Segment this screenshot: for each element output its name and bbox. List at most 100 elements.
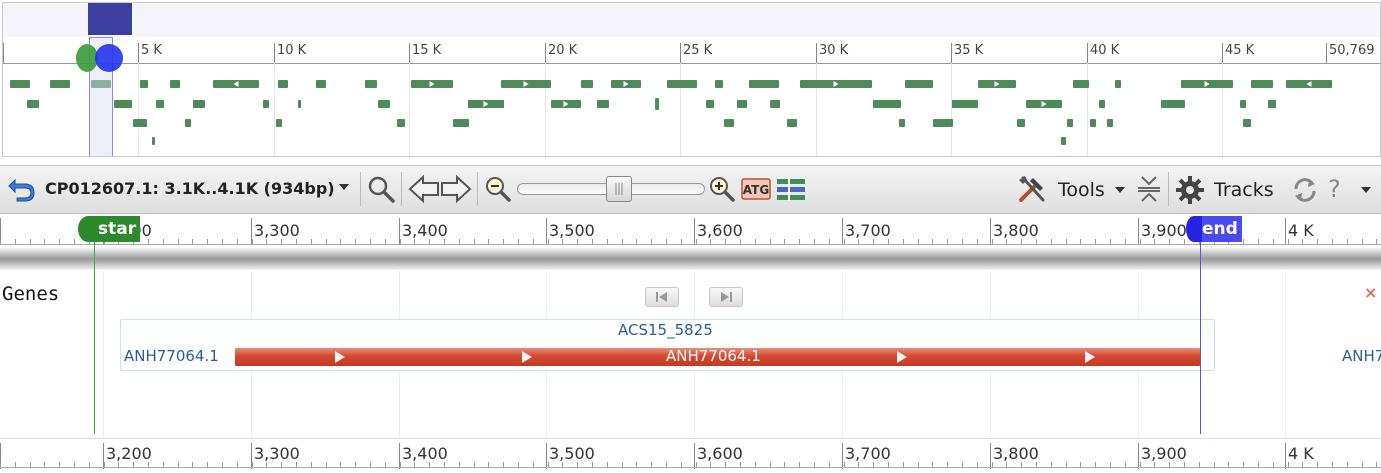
gene-feature[interactable] [737,100,747,108]
gene-feature[interactable] [1251,80,1273,88]
start-marker[interactable]: star [78,216,140,242]
gene-name-label[interactable]: ACS15_5825 [618,321,713,339]
gene-feature[interactable] [276,119,282,127]
sequence-icon[interactable]: ATG [741,176,771,202]
overview-end-marker[interactable] [95,44,123,72]
gene-feature[interactable] [156,100,164,108]
next-gene-label[interactable]: ANH7 [1342,347,1381,365]
gene-feature[interactable] [952,100,978,108]
overview-panel[interactable]: 5 K 10 K 15 K 20 K 25 K 30 K 35 K 40 K 4… [2,2,1381,157]
gene-feature[interactable] [667,80,697,88]
zoom-out-icon[interactable] [484,176,512,202]
collapse-tracks-icon[interactable] [1135,175,1163,203]
gene-feature[interactable] [1161,100,1185,108]
gene-feature[interactable] [397,119,405,127]
pan-right-icon[interactable] [440,174,472,204]
gene-feature[interactable] [933,119,953,127]
zoom-slider-handle[interactable] [606,176,632,202]
zoom-in-icon[interactable] [708,176,736,202]
gene-feature[interactable] [1017,119,1025,127]
gene-feature[interactable] [1099,100,1105,108]
pan-left-icon[interactable] [408,174,440,204]
gene-feature[interactable] [655,98,659,110]
gene-feature[interactable] [170,80,180,88]
gene-feature[interactable] [1107,119,1113,127]
gene-id-label[interactable]: ANH77064.1 [124,347,219,365]
gene-feature[interactable] [114,100,132,108]
gene-feature[interactable] [365,80,377,88]
close-icon[interactable]: × [1364,283,1377,302]
gene-feature[interactable] [185,119,191,127]
gene-feature[interactable] [10,80,30,88]
gene-feature[interactable] [899,119,905,127]
chevron-down-icon[interactable] [339,184,349,190]
overview-scale-band[interactable] [3,3,1380,37]
chevron-down-icon[interactable] [1361,187,1371,193]
gene-feature[interactable] [1181,80,1233,88]
track-layout-icon[interactable] [775,176,807,202]
gene-feature[interactable] [1286,80,1332,88]
gene-feature[interactable] [1061,137,1066,145]
gene-feature[interactable] [501,80,551,88]
gene-feature[interactable] [873,100,901,108]
gene-feature[interactable] [193,100,205,108]
gene-feature[interactable] [316,80,326,88]
overview-position-indicator[interactable] [88,3,132,35]
gene-feature[interactable] [1115,80,1121,88]
search-icon[interactable] [366,175,396,203]
start-marker-handle[interactable] [78,216,98,242]
tracks-menu-button[interactable]: Tracks [1214,179,1274,201]
help-button[interactable]: ? [1328,175,1341,203]
track-label[interactable]: Genes [2,283,59,305]
gene-feature[interactable] [1073,80,1089,88]
location-dropdown[interactable]: CP012607.1: 3.1K..4.1K (934bp) [45,179,335,198]
genes-track[interactable]: Genes × ACS15_5825 ANH77064.1 ANH77064.1… [0,271,1381,439]
gene-feature[interactable] [378,100,390,108]
gene-feature[interactable] [411,80,453,88]
gene-feature[interactable] [715,80,723,88]
gene-feature[interactable] [551,100,581,108]
gene-feature[interactable] [453,119,469,127]
gene-feature[interactable] [278,80,288,88]
start-marker-label[interactable]: star [98,216,140,242]
gene-feature[interactable] [140,80,148,88]
gene-bar-label[interactable]: ANH77064.1 [666,347,761,365]
coordinate-ruler-bottom[interactable]: 3,200 3,300 3,400 3,500 3,600 3,700 3,80… [0,438,1381,473]
gene-feature[interactable] [213,80,259,88]
gene-feature[interactable] [706,100,714,108]
back-icon[interactable] [6,175,36,203]
chevron-down-icon[interactable] [1115,187,1125,193]
refresh-icon[interactable] [1290,175,1320,205]
gene-feature[interactable] [978,80,1016,88]
gear-icon[interactable] [1175,175,1205,205]
horizontal-scroll-bar[interactable] [0,248,1381,270]
previous-feature-button[interactable] [645,287,679,307]
gene-feature[interactable] [152,137,155,145]
gene-feature[interactable] [1067,119,1073,127]
gene-feature[interactable] [749,80,779,88]
gene-feature[interactable] [50,80,70,88]
coordinate-ruler[interactable]: 3,200 3,300 3,400 3,500 3,600 3,700 3,80… [0,214,1381,249]
gene-feature[interactable] [597,100,609,108]
gene-feature[interactable] [770,100,780,108]
gene-feature[interactable] [1243,119,1251,127]
tools-menu-button[interactable]: Tools [1058,179,1105,201]
gene-feature[interactable] [787,119,797,127]
gene-feature[interactable] [724,119,734,127]
end-marker-handle[interactable] [1186,216,1202,242]
gene-feature[interactable] [611,80,641,88]
gene-feature[interactable] [1026,100,1062,108]
next-feature-button[interactable] [709,287,743,307]
gene-feature[interactable] [1240,100,1246,108]
gene-feature[interactable] [263,100,269,108]
gene-feature[interactable] [581,80,593,88]
gene-feature[interactable] [468,100,504,108]
tools-icon[interactable] [1016,174,1050,204]
gene-feature[interactable] [133,119,147,127]
gene-feature[interactable] [1090,119,1096,127]
gene-feature[interactable] [905,80,933,88]
gene-feature[interactable] [27,100,39,108]
end-marker[interactable]: end [1186,216,1242,242]
gene-feature[interactable] [1268,100,1276,108]
gene-feature[interactable] [298,100,301,108]
